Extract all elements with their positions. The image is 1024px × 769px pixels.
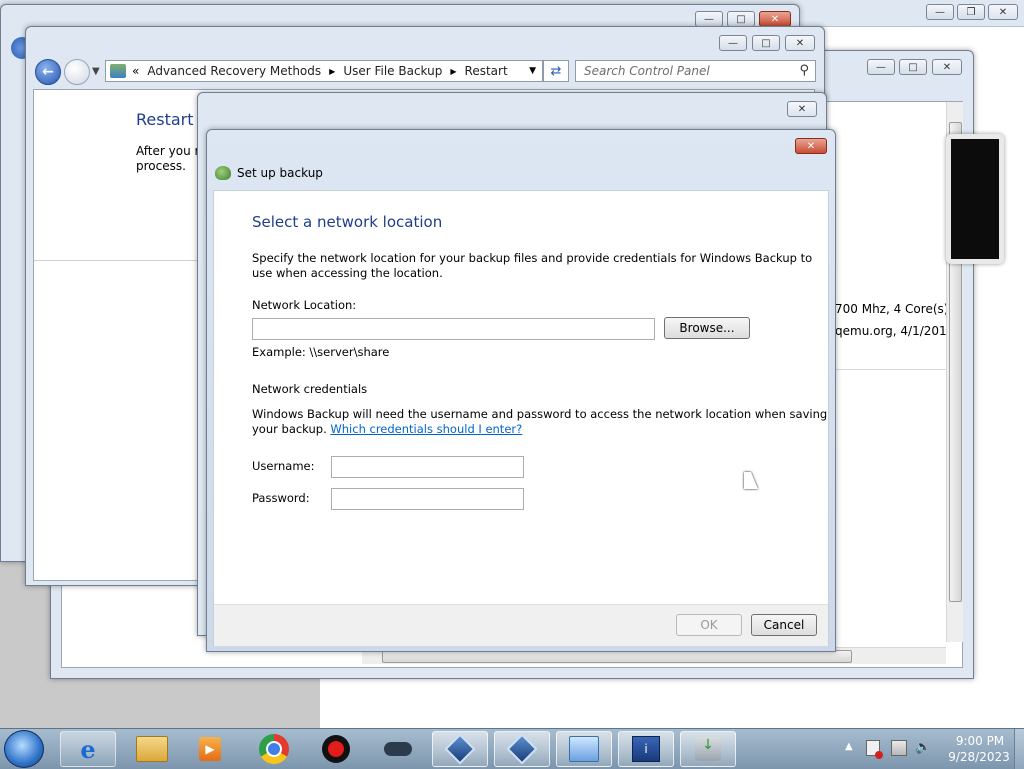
window-d-close-button[interactable]: ✕ xyxy=(787,101,817,117)
breadcrumb-user-file-backup[interactable]: User File Backup xyxy=(343,64,442,78)
window-c-maximize-button[interactable]: □ xyxy=(899,59,927,75)
refresh-button[interactable]: ⇄ xyxy=(543,60,569,82)
dialog-description-line2: use when accessing the location. xyxy=(252,266,443,280)
username-label: Username: xyxy=(252,459,315,473)
taskbar-file-explorer[interactable] xyxy=(124,731,180,767)
breadcrumb-separator-icon: ▶ xyxy=(450,66,457,76)
credentials-heading: Network credentials xyxy=(252,382,368,396)
window-c-minimize-button[interactable]: — xyxy=(867,59,895,75)
browse-button[interactable]: Browse... xyxy=(664,317,750,339)
taskbar-media-player[interactable]: ▶ xyxy=(182,731,238,767)
show-hidden-icons-button[interactable]: ▲ xyxy=(845,741,853,752)
credentials-text-line1: Windows Backup will need the username an… xyxy=(252,407,828,421)
ok-button[interactable]: OK xyxy=(676,614,742,636)
window-c-bios-text: qemu.org, 4/1/2014 xyxy=(835,324,947,338)
restart-text-line1: After you re xyxy=(136,144,207,158)
search-icon[interactable]: ⚲ xyxy=(799,63,809,78)
action-center-icon[interactable] xyxy=(866,740,883,759)
search-input[interactable]: Search Control Panel ⚲ xyxy=(575,60,816,82)
desktop-minimize-button[interactable]: — xyxy=(926,4,954,20)
taskbar-system-info[interactable]: i xyxy=(618,731,674,767)
address-dropdown-icon[interactable]: ▼ xyxy=(529,66,536,76)
address-bar[interactable]: « Advanced Recovery Methods ▶ User File … xyxy=(105,60,543,82)
mouse-cursor-icon xyxy=(744,472,758,489)
dialog-heading: Select a network location xyxy=(252,213,443,231)
network-location-label: Network Location: xyxy=(252,298,357,312)
window-c-close-button[interactable]: ✕ xyxy=(932,59,962,75)
restart-text-line2: process. xyxy=(136,159,186,173)
window-a-close-button[interactable]: ✕ xyxy=(759,11,791,27)
virtualbox-icon xyxy=(506,733,538,765)
recent-pages-dropdown-icon[interactable]: ▼ xyxy=(92,66,100,77)
window-c-cpu-text: 700 Mhz, 4 Core(s) xyxy=(835,302,947,316)
window-a-maximize-button[interactable]: □ xyxy=(727,11,755,27)
internet-explorer-icon: e xyxy=(80,734,96,764)
breadcrumb-prefix[interactable]: « xyxy=(132,64,139,78)
desktop-restore-button[interactable]: ❐ xyxy=(957,4,985,20)
game-controller-icon xyxy=(384,742,412,756)
clock-date[interactable]: 9/28/2023 xyxy=(944,750,1014,764)
taskbar-chrome[interactable] xyxy=(246,731,302,767)
window-b-maximize-button[interactable]: □ xyxy=(752,35,780,51)
file-explorer-icon xyxy=(136,736,168,762)
window-b-divider xyxy=(34,260,204,261)
network-location-input[interactable] xyxy=(252,318,655,340)
monitor-thumbnail xyxy=(946,134,1004,264)
clock-time[interactable]: 9:00 PM xyxy=(950,734,1010,748)
breadcrumb-restart[interactable]: Restart xyxy=(465,64,508,78)
dialog-description-line1: Specify the network location for your ba… xyxy=(252,251,813,265)
setup-backup-dialog: ✕ Set up backup Select a network locatio… xyxy=(206,129,836,652)
backup-restore-icon: ↓ xyxy=(695,737,721,761)
breadcrumb-advanced-recovery[interactable]: Advanced Recovery Methods xyxy=(147,64,321,78)
taskbar-game[interactable] xyxy=(370,731,426,767)
taskbar-backup-restore[interactable]: ↓ xyxy=(680,731,736,767)
backup-icon xyxy=(215,166,231,180)
back-button[interactable]: ← xyxy=(35,59,61,85)
taskbar-virtualbox-1[interactable] xyxy=(432,731,488,767)
taskbar-internet-explorer[interactable]: e xyxy=(60,731,116,767)
taskbar: e ▶ i ↓ ▲ 🔈 9:00 PM 9/28/2023 xyxy=(0,728,1024,769)
desktop-close-button[interactable]: ✕ xyxy=(988,4,1018,20)
taskbar-control-panel[interactable] xyxy=(556,731,612,767)
volume-muted-icon[interactable]: 🔈 xyxy=(915,740,931,756)
credentials-text-line2-wrap: your backup. Which credentials should I … xyxy=(252,422,522,436)
chrome-icon xyxy=(259,734,289,764)
username-input[interactable] xyxy=(331,456,524,478)
network-icon[interactable] xyxy=(891,740,907,756)
show-desktop-button[interactable] xyxy=(1014,729,1024,769)
system-info-icon: i xyxy=(632,736,660,762)
window-b-minimize-button[interactable]: — xyxy=(719,35,747,51)
record-icon xyxy=(322,735,350,763)
password-label: Password: xyxy=(252,491,310,505)
taskbar-recorder[interactable] xyxy=(308,731,364,767)
forward-button[interactable] xyxy=(64,59,90,85)
example-text: Example: \\server\share xyxy=(252,345,390,359)
control-panel-icon xyxy=(110,64,126,78)
media-player-icon: ▶ xyxy=(199,737,221,761)
dialog-close-button[interactable]: ✕ xyxy=(795,138,827,154)
start-button[interactable] xyxy=(4,730,44,768)
window-a-minimize-button[interactable]: — xyxy=(695,11,723,27)
breadcrumb-separator-icon: ▶ xyxy=(329,66,336,76)
dialog-title: Set up backup xyxy=(237,166,323,180)
password-input[interactable] xyxy=(331,488,524,510)
control-panel-icon xyxy=(569,736,599,762)
dialog-content: Select a network location Specify the ne… xyxy=(213,190,829,646)
search-placeholder: Search Control Panel xyxy=(584,64,710,78)
credentials-text-line2: your backup. xyxy=(252,422,327,436)
window-b-close-button[interactable]: ✕ xyxy=(785,35,815,51)
virtualbox-icon xyxy=(444,733,476,765)
cancel-button[interactable]: Cancel xyxy=(751,614,817,636)
credentials-help-link[interactable]: Which credentials should I enter? xyxy=(330,422,522,436)
taskbar-virtualbox-2[interactable] xyxy=(494,731,550,767)
